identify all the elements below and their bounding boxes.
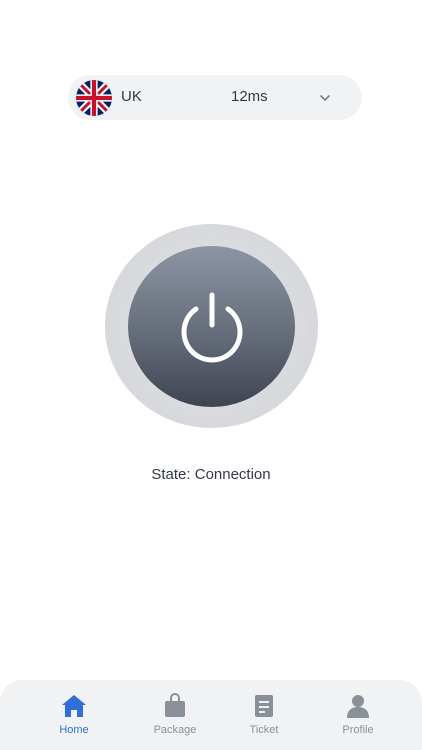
nav-item-home[interactable]: Home [34, 680, 114, 750]
bag-icon [162, 693, 188, 719]
nav-label-profile: Profile [342, 724, 374, 736]
ticket-icon [251, 693, 277, 719]
home-icon [61, 693, 87, 719]
nav-item-package[interactable]: Package [135, 680, 215, 750]
profile-icon [345, 693, 371, 719]
chevron-down-icon[interactable] [318, 91, 332, 105]
uk-flag-icon [76, 80, 112, 116]
power-button[interactable] [128, 246, 295, 407]
server-latency: 12ms [231, 88, 268, 105]
app-screen: UK 12ms State: Connection Home Package T… [0, 0, 422, 750]
connection-state: State: Connection [151, 466, 271, 483]
power-icon [174, 289, 250, 365]
nav-label-home: Home [59, 724, 89, 736]
server-selector[interactable]: UK 12ms [68, 75, 362, 120]
nav-label-ticket: Ticket [249, 724, 279, 736]
nav-item-profile[interactable]: Profile [318, 680, 398, 750]
server-country: UK [121, 88, 142, 105]
nav-label-package: Package [153, 724, 197, 736]
bottom-navigation: Home Package Ticket Profile [0, 680, 422, 750]
nav-item-ticket[interactable]: Ticket [224, 680, 304, 750]
